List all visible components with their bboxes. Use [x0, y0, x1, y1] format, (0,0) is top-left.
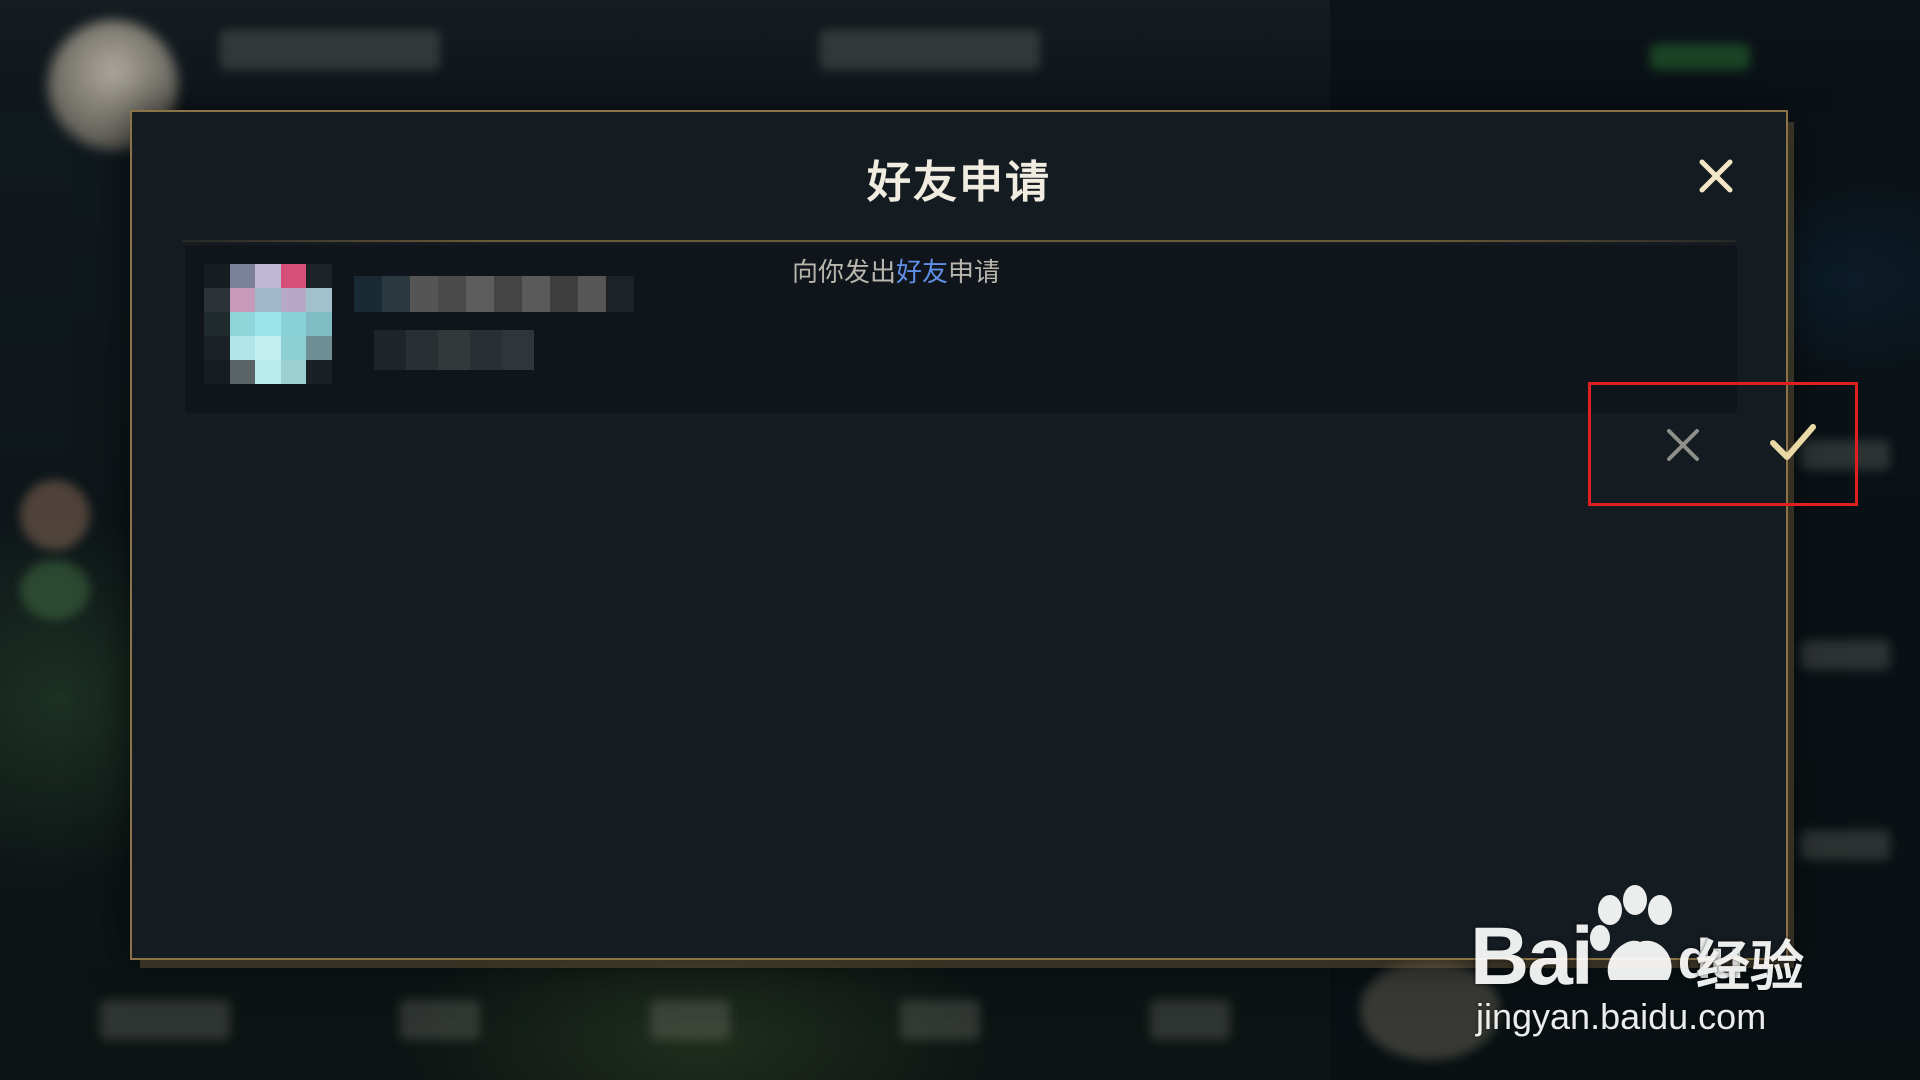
request-message: 向你发出好友申请 [792, 252, 1112, 289]
reject-request-button[interactable] [1661, 423, 1705, 467]
blurred-element [1150, 1000, 1230, 1040]
accept-request-button[interactable] [1767, 419, 1819, 465]
request-message-highlight[interactable]: 好友 [896, 258, 948, 288]
watermark-url: jingyan.baidu.com [1476, 996, 1767, 1037]
blurred-element [400, 1000, 480, 1040]
game-screen: 好友申请 向你发出好友申请 Bai du 经验 jingyan.baidu.co… [0, 0, 1920, 1080]
dialog-title: 好友申请 [867, 157, 1051, 208]
blurred-element [1650, 44, 1750, 70]
requester-info-redacted [374, 330, 534, 370]
close-icon [1699, 159, 1733, 193]
actions-highlight-box [1588, 382, 1858, 506]
requester-avatar [204, 264, 332, 384]
watermark-cn-text: 经验 [1696, 935, 1804, 998]
request-message-prefix: 向你发出 [792, 258, 897, 288]
blurred-element [820, 30, 1040, 70]
requester-name-redacted [354, 276, 634, 312]
blurred-element [20, 560, 90, 620]
blurred-element [100, 1000, 230, 1040]
friend-request-dialog: 好友申请 向你发出好友申请 [130, 110, 1858, 960]
title-divider [182, 240, 1736, 242]
blurred-element [650, 1000, 730, 1040]
blurred-element [20, 480, 90, 550]
blurred-element [1800, 640, 1890, 670]
checkmark-icon [1770, 424, 1816, 460]
blurred-element [1800, 830, 1890, 860]
baidu-jingyan-watermark: Bai du 经验 jingyan.baidu.com [1470, 880, 1850, 1050]
close-button[interactable] [1694, 154, 1738, 198]
blurred-element [220, 30, 440, 70]
paw-icon [1590, 885, 1672, 980]
blurred-element [900, 1000, 980, 1040]
x-icon [1667, 429, 1699, 461]
request-message-suffix: 申请 [948, 258, 1001, 288]
watermark-logo-left: Bai [1470, 911, 1594, 1002]
